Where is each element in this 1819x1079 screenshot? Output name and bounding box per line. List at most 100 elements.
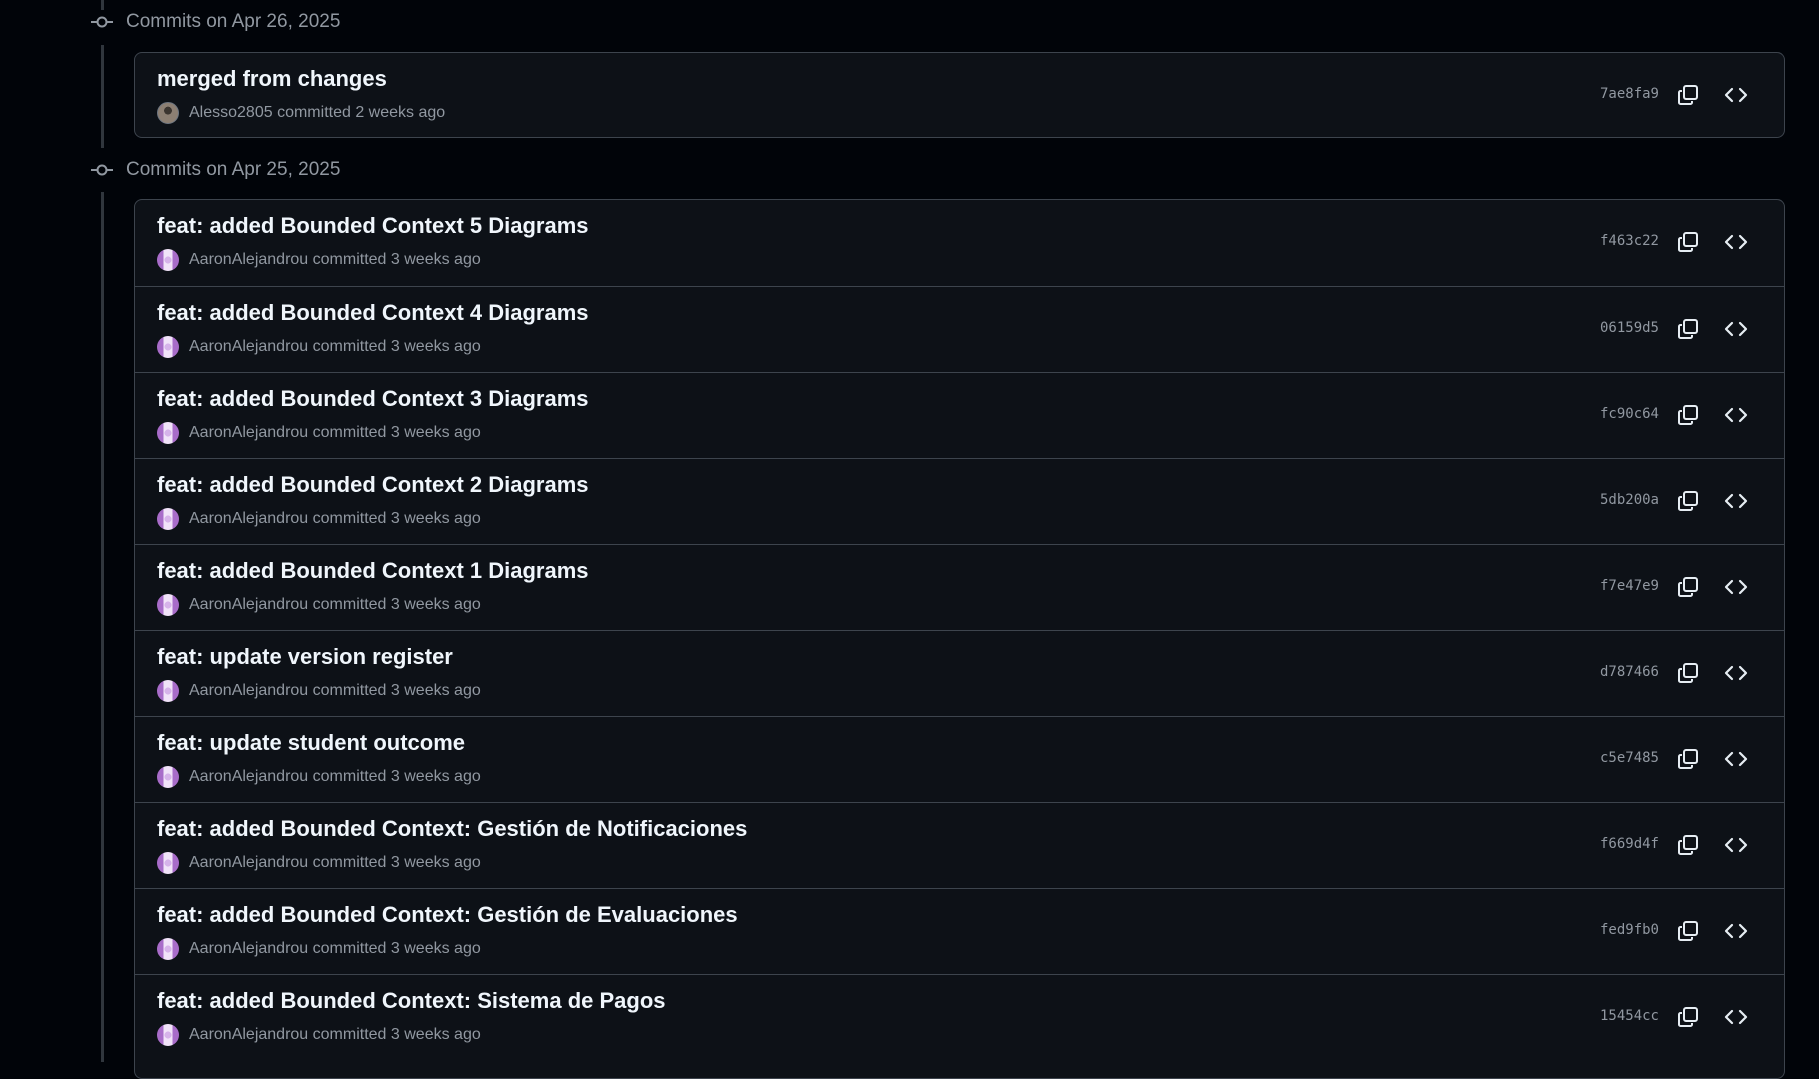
commit-message-link[interactable]: feat: update version register [157, 644, 453, 670]
avatar[interactable] [157, 938, 179, 960]
commit-sha-link[interactable]: fc90c64 [1600, 406, 1659, 422]
commit-author-link[interactable]: AaronAlejandrou [189, 940, 308, 958]
browse-repo-button[interactable] [1721, 1002, 1751, 1032]
commit-meta: AaronAlejandrou committed 3 weeks ago [157, 594, 481, 616]
avatar[interactable] [157, 422, 179, 444]
code-icon [1724, 1009, 1748, 1025]
copy-sha-button[interactable] [1673, 916, 1703, 946]
commit-row: feat: added Bounded Context: Sistema de … [135, 974, 1784, 1060]
commit-sha-link[interactable]: fed9fb0 [1600, 922, 1659, 938]
commit-time: committed 3 weeks ago [312, 1026, 481, 1043]
browse-repo-button[interactable] [1721, 572, 1751, 602]
commit-message-link[interactable]: feat: added Bounded Context 3 Diagrams [157, 386, 589, 412]
commit-row: feat: added Bounded Context 5 Diagrams A… [135, 200, 1784, 286]
avatar[interactable] [157, 1024, 179, 1046]
commit-sha-link[interactable]: f463c22 [1600, 233, 1659, 249]
commit-message-link[interactable]: feat: added Bounded Context: Gestión de … [157, 902, 738, 928]
copy-sha-button[interactable] [1673, 227, 1703, 257]
commit-author-link[interactable]: AaronAlejandrou [189, 596, 308, 614]
avatar[interactable] [157, 680, 179, 702]
commit-time: committed 3 weeks ago [312, 596, 481, 613]
commit-timeline: Commits on Apr 26, 2025 merged from chan… [0, 0, 1819, 1079]
copy-sha-button[interactable] [1673, 486, 1703, 516]
copy-sha-button[interactable] [1673, 400, 1703, 430]
browse-repo-button[interactable] [1721, 486, 1751, 516]
commit-time: committed 3 weeks ago [312, 338, 481, 355]
commit-message-link[interactable]: feat: added Bounded Context: Gestión de … [157, 816, 747, 842]
commit-message-link[interactable]: feat: update student outcome [157, 730, 465, 756]
commit-meta: AaronAlejandrou committed 3 weeks ago [157, 766, 481, 788]
commit-message-link[interactable]: merged from changes [157, 66, 387, 92]
commit-time: committed 3 weeks ago [312, 251, 481, 268]
code-icon [1724, 579, 1748, 595]
copy-sha-button[interactable] [1673, 658, 1703, 688]
commit-author-link[interactable]: Alesso2805 [189, 104, 273, 122]
commit-author-link[interactable]: AaronAlejandrou [189, 424, 308, 442]
browse-repo-button[interactable] [1721, 80, 1751, 110]
copy-icon [1678, 835, 1698, 855]
commit-row: feat: update student outcome AaronAlejan… [135, 716, 1784, 802]
commit-author-link[interactable]: AaronAlejandrou [189, 1026, 308, 1044]
commit-sha-link[interactable]: 5db200a [1600, 492, 1659, 508]
timeline-line [101, 0, 104, 10]
copy-sha-button[interactable] [1673, 80, 1703, 110]
commit-author-link[interactable]: AaronAlejandrou [189, 510, 308, 528]
commit-message-link[interactable]: feat: added Bounded Context: Sistema de … [157, 988, 666, 1014]
avatar[interactable] [157, 102, 179, 124]
avatar[interactable] [157, 852, 179, 874]
commit-author-link[interactable]: AaronAlejandrou [189, 682, 308, 700]
commit-author-link[interactable]: AaronAlejandrou [189, 768, 308, 786]
browse-repo-button[interactable] [1721, 658, 1751, 688]
commit-row: feat: added Bounded Context: Gestión de … [135, 888, 1784, 974]
commit-sha-link[interactable]: f7e47e9 [1600, 578, 1659, 594]
commit-group-title: Commits on Apr 25, 2025 [126, 159, 341, 180]
commit-message-link[interactable]: feat: added Bounded Context 5 Diagrams [157, 213, 589, 239]
avatar[interactable] [157, 508, 179, 530]
browse-repo-button[interactable] [1721, 830, 1751, 860]
commit-row: merged from changes Alesso2805 committed… [135, 53, 1784, 137]
copy-icon [1678, 232, 1698, 252]
commit-sha-link[interactable]: c5e7485 [1600, 750, 1659, 766]
timeline-line [101, 192, 104, 1062]
copy-icon [1678, 921, 1698, 941]
avatar[interactable] [157, 594, 179, 616]
copy-icon [1678, 577, 1698, 597]
copy-sha-button[interactable] [1673, 314, 1703, 344]
commit-sha-link[interactable]: 15454cc [1600, 1008, 1659, 1024]
commit-author-link[interactable]: AaronAlejandrou [189, 338, 308, 356]
code-icon [1724, 234, 1748, 250]
commit-meta: Alesso2805 committed 2 weeks ago [157, 102, 445, 124]
commit-group-header: Commits on Apr 25, 2025 [90, 158, 340, 182]
commit-meta: AaronAlejandrou committed 3 weeks ago [157, 422, 481, 444]
commit-sha-link[interactable]: f669d4f [1600, 836, 1659, 852]
browse-repo-button[interactable] [1721, 314, 1751, 344]
avatar[interactable] [157, 336, 179, 358]
copy-sha-button[interactable] [1673, 744, 1703, 774]
commit-sha-link[interactable]: 06159d5 [1600, 320, 1659, 336]
avatar[interactable] [157, 766, 179, 788]
commit-meta: AaronAlejandrou committed 3 weeks ago [157, 680, 481, 702]
commit-meta: AaronAlejandrou committed 3 weeks ago [157, 852, 481, 874]
avatar[interactable] [157, 249, 179, 271]
commit-message-link[interactable]: feat: added Bounded Context 1 Diagrams [157, 558, 589, 584]
commit-author-link[interactable]: AaronAlejandrou [189, 251, 308, 269]
commit-message-link[interactable]: feat: added Bounded Context 2 Diagrams [157, 472, 589, 498]
browse-repo-button[interactable] [1721, 227, 1751, 257]
copy-sha-button[interactable] [1673, 830, 1703, 860]
commit-meta: AaronAlejandrou committed 3 weeks ago [157, 938, 481, 960]
commit-time: committed 2 weeks ago [277, 104, 446, 121]
copy-sha-button[interactable] [1673, 1002, 1703, 1032]
copy-icon [1678, 663, 1698, 683]
commit-author-link[interactable]: AaronAlejandrou [189, 854, 308, 872]
browse-repo-button[interactable] [1721, 400, 1751, 430]
browse-repo-button[interactable] [1721, 916, 1751, 946]
commit-list: feat: added Bounded Context 5 Diagrams A… [134, 199, 1785, 1079]
commit-sha-link[interactable]: 7ae8fa9 [1600, 86, 1659, 102]
commit-message-link[interactable]: feat: added Bounded Context 4 Diagrams [157, 300, 589, 326]
code-icon [1724, 493, 1748, 509]
browse-repo-button[interactable] [1721, 744, 1751, 774]
commit-sha-link[interactable]: d787466 [1600, 664, 1659, 680]
commit-list: merged from changes Alesso2805 committed… [134, 52, 1785, 138]
copy-sha-button[interactable] [1673, 572, 1703, 602]
code-icon [1724, 87, 1748, 103]
